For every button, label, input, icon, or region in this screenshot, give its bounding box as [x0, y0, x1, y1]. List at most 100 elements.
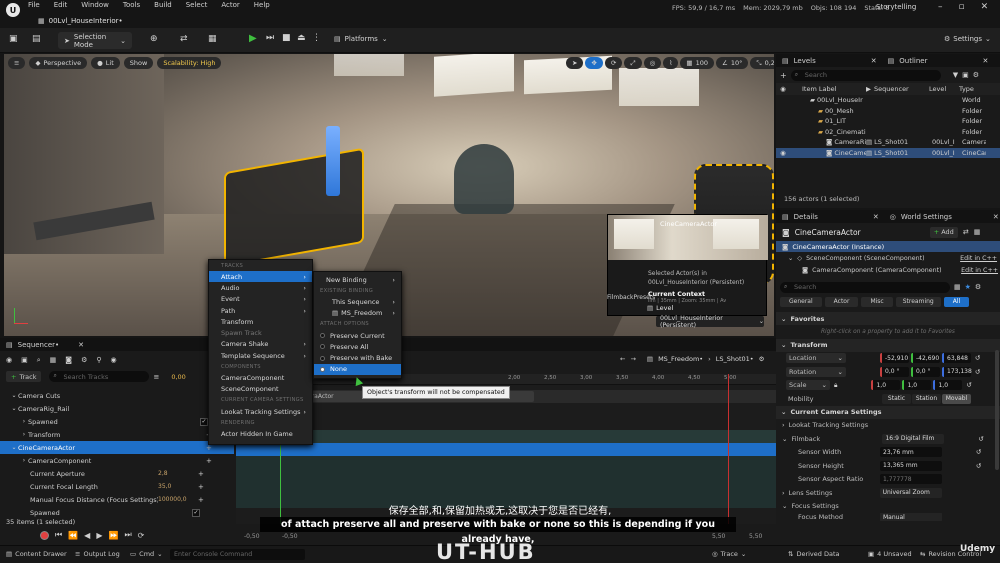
rotation-y[interactable]: 0,0 °: [911, 366, 940, 377]
col-level[interactable]: Level: [929, 85, 959, 93]
tab-sequencer[interactable]: Sequencer•: [18, 341, 60, 349]
chevron-right-icon[interactable]: ›: [20, 457, 28, 464]
close-icon[interactable]: ✕: [981, 2, 989, 12]
translate-tool-icon[interactable]: ✥: [585, 57, 603, 69]
stop-icon[interactable]: ■: [282, 33, 291, 43]
track-row[interactable]: › Spawned ✓: [0, 415, 234, 428]
edit-cpp-link[interactable]: Edit in C++: [960, 255, 997, 262]
tab-details[interactable]: Details: [794, 213, 818, 221]
scale-x[interactable]: 1,0: [871, 380, 901, 391]
lock-icon[interactable]: ⚙: [759, 355, 765, 363]
back-arrow-icon[interactable]: ←: [620, 355, 625, 363]
actor-name[interactable]: CineCameraActor: [795, 228, 925, 237]
track-row[interactable]: ⌄ CameraRig_Rail: [0, 402, 234, 415]
track-search-input[interactable]: ⌕ Search Tracks: [49, 371, 150, 382]
edit-cpp-link[interactable]: Edit in C++: [961, 267, 998, 274]
rotation-x[interactable]: 0,0 °: [880, 366, 909, 377]
section-transform[interactable]: ⌄ Transform: [776, 338, 1000, 352]
menu-camera-component[interactable]: CameraComponent: [209, 372, 312, 383]
filter-all[interactable]: All: [943, 296, 970, 307]
outliner-search-input[interactable]: ⌕ Search: [790, 69, 941, 81]
outliner-row[interactable]: ◙CameraRig_I▤LS_Shot01 00Lvl_I Camera: [776, 137, 1000, 148]
details-search-input[interactable]: ⌕ Search: [780, 281, 950, 293]
col-item-label[interactable]: Item Label: [790, 85, 866, 93]
derived-data-button[interactable]: ⇅ Derived Data: [788, 550, 840, 558]
add-key-icon[interactable]: +: [198, 483, 204, 491]
film-icon[interactable]: ▦: [50, 356, 57, 364]
chevron-down-icon[interactable]: ⌄: [10, 444, 18, 451]
gear-icon[interactable]: ⚙: [975, 283, 981, 291]
location-dropdown[interactable]: Location ⌄: [786, 353, 846, 364]
jump-end-icon[interactable]: ⏭: [124, 530, 131, 540]
menu-help[interactable]: Help: [254, 1, 270, 9]
filter-icon[interactable]: ≡: [153, 373, 159, 381]
surface-snap-icon[interactable]: ⌇: [663, 57, 679, 69]
filter-general[interactable]: General: [780, 296, 822, 307]
menu-actor-hidden[interactable]: Actor Hidden In Game: [209, 428, 312, 439]
rotation-z[interactable]: 173,138: [942, 366, 972, 377]
reset-icon[interactable]: ↺: [976, 448, 981, 456]
add-track-button[interactable]: + Track: [6, 371, 42, 382]
menu-item-event[interactable]: Event ›: [209, 294, 312, 305]
show-button[interactable]: Show: [123, 57, 154, 69]
reset-icon[interactable]: ↺: [975, 368, 980, 376]
add-actor-icon[interactable]: ⊕: [150, 34, 158, 44]
scene-component-row[interactable]: ⌄ ◇ SceneComponent (SceneComponent) Edit…: [776, 252, 1000, 264]
select-tool-icon[interactable]: ➤: [566, 57, 584, 69]
scale-snap-button[interactable]: ⤡0,25: [750, 57, 774, 69]
reset-icon[interactable]: ↺: [975, 354, 980, 362]
track-row[interactable]: ⌄ Camera Cuts: [0, 389, 234, 402]
chevron-down-icon[interactable]: ⌄: [10, 405, 18, 412]
cinematics-icon[interactable]: ▦: [208, 34, 217, 44]
attach-option-preserve-with-bake[interactable]: Preserve with Bake: [314, 352, 401, 363]
step-back-icon[interactable]: ⏪: [68, 531, 78, 540]
track-row[interactable]: Current Aperture 2,8 +: [0, 467, 234, 480]
lookat-row[interactable]: › Lookat Tracking Settings: [776, 419, 1000, 433]
menu-item-path[interactable]: Path ›: [209, 305, 312, 316]
camera-component-row[interactable]: ◙ CameraComponent (CameraComponent) Edit…: [776, 264, 1000, 276]
chevron-right-icon[interactable]: ›: [20, 418, 28, 425]
close-icon[interactable]: ✕: [982, 57, 988, 65]
lens-dropdown[interactable]: Universal Zoom: [879, 487, 942, 498]
menu-build[interactable]: Build: [154, 1, 172, 9]
scale-tool-icon[interactable]: ⤢: [624, 57, 642, 69]
col-type[interactable]: Type: [959, 85, 974, 93]
sensor-width-field[interactable]: 23,76 mm: [880, 447, 942, 458]
section-current-camera[interactable]: ⌄ Current Camera Settings: [776, 405, 1000, 419]
rotate-tool-icon[interactable]: ⟳: [604, 57, 623, 69]
play-icon[interactable]: ▶: [249, 33, 257, 44]
filter-icon[interactable]: ▼: [953, 71, 958, 79]
chevron-down-icon[interactable]: ⌄: [10, 392, 18, 399]
outliner-row[interactable]: ▰ 00Lvl_HouseIr World: [776, 95, 1000, 106]
menu-scene-component[interactable]: SceneComponent: [209, 384, 312, 395]
close-icon[interactable]: ✕: [993, 213, 999, 221]
play-reverse-icon[interactable]: ◀: [84, 531, 90, 540]
close-icon[interactable]: ✕: [871, 57, 877, 65]
content-drawer-button[interactable]: ▤ Content Drawer: [6, 550, 67, 558]
rotation-dropdown[interactable]: Rotation ⌄: [786, 366, 846, 377]
save-icon[interactable]: ▣: [21, 356, 28, 364]
outliner-row[interactable]: ◉ ◙CineCamera▤LS_Shot01 00Lvl_I CineCar: [776, 147, 1000, 158]
close-icon[interactable]: ✕: [873, 213, 879, 221]
chevron-right-icon[interactable]: ›: [20, 431, 28, 438]
add-icon[interactable]: +: [780, 71, 787, 80]
filter-misc[interactable]: Misc: [861, 296, 893, 307]
layout-name[interactable]: Storytelling: [876, 3, 916, 11]
play-icon[interactable]: ▶: [96, 531, 102, 540]
lit-button[interactable]: ● Lit: [91, 57, 120, 69]
attach-option-none[interactable]: None: [314, 363, 401, 376]
details-scrollbar[interactable]: [995, 350, 999, 470]
camera-gizmo[interactable]: [326, 126, 340, 196]
track-row[interactable]: ›Transform+: [0, 428, 234, 441]
reset-icon[interactable]: ↺: [978, 435, 983, 443]
close-icon[interactable]: ✕: [78, 341, 84, 349]
eye-icon[interactable]: ◉: [111, 356, 117, 364]
tab-world-settings[interactable]: World Settings: [901, 213, 952, 221]
settings-button[interactable]: ⚙ Settings ⌄: [944, 35, 991, 43]
rotation-snap-button[interactable]: ∠ 10°: [716, 57, 749, 69]
track-row[interactable]: ⌄ CineCameraActor +: [0, 441, 234, 454]
menu-new-binding[interactable]: New Binding ›: [314, 274, 401, 285]
world-icon[interactable]: ◉: [6, 356, 12, 364]
scale-dropdown[interactable]: Scale ⌄: [786, 380, 830, 391]
eject-icon[interactable]: ⏏: [297, 33, 306, 43]
